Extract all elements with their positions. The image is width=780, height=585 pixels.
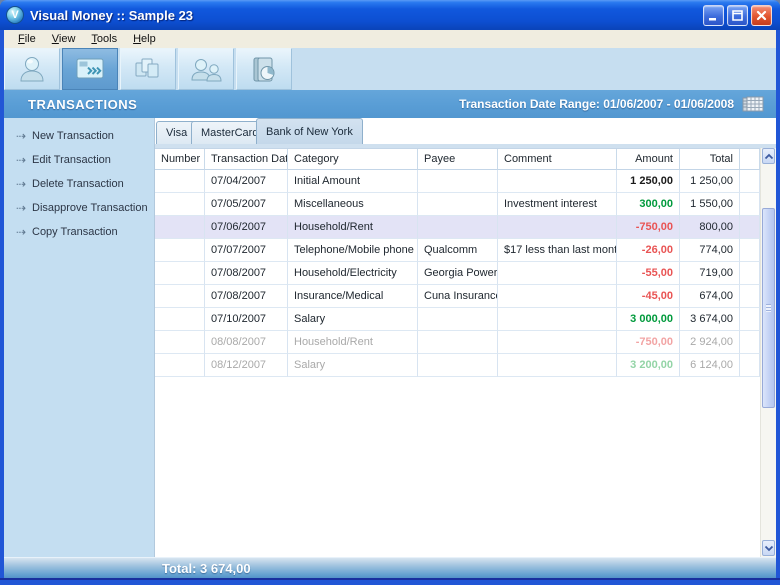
- scroll-down-button[interactable]: [762, 540, 775, 556]
- table-row[interactable]: 07/08/2007 Insurance/Medical Cuna Insura…: [155, 285, 760, 308]
- chevron-down-icon: [764, 545, 774, 552]
- sidebar-item-disapprove-transaction[interactable]: ⇢ Disapprove Transaction: [4, 196, 154, 220]
- arrow-icon: ⇢: [16, 201, 32, 215]
- sidebar-item-new-transaction[interactable]: ⇢ New Transaction: [4, 124, 154, 148]
- toolbar-button-4[interactable]: [178, 48, 234, 90]
- table-row-future[interactable]: 08/08/2007 Household/Rent -750,00 2 924,…: [155, 331, 760, 354]
- table-row[interactable]: 07/10/2007 Salary 3 000,00 3 674,00: [155, 308, 760, 331]
- table-row[interactable]: 07/07/2007 Telephone/Mobile phone Qualco…: [155, 239, 760, 262]
- menu-item-file[interactable]: File: [10, 32, 44, 46]
- table-row[interactable]: 07/08/2007 Household/Electricity Georgia…: [155, 262, 760, 285]
- table-header-row: Number Transaction Date Category Payee C…: [155, 148, 760, 170]
- toolbar-button-3[interactable]: [120, 48, 176, 90]
- minimize-button[interactable]: [703, 5, 724, 26]
- table-row-future[interactable]: 08/12/2007 Salary 3 200,00 6 124,00: [155, 354, 760, 377]
- toolbar: [4, 48, 776, 90]
- title-bar[interactable]: V Visual Money :: Sample 23: [0, 0, 780, 30]
- status-bar: Total: 3 674,00: [4, 557, 776, 578]
- sidebar-item-edit-transaction[interactable]: ⇢ Edit Transaction: [4, 148, 154, 172]
- table-row-selected[interactable]: 07/06/2007 Household/Rent -750,00 800,00: [155, 216, 760, 239]
- account-tabs: Visa MasterCard Bank of New York: [155, 118, 776, 148]
- calendar-button[interactable]: [742, 96, 764, 113]
- col-header-category[interactable]: Category: [288, 149, 418, 170]
- arrow-icon: ⇢: [16, 225, 32, 239]
- toolbar-button-1[interactable]: [4, 48, 60, 90]
- status-total: Total: 3 674,00: [4, 561, 251, 576]
- date-range-label: Transaction Date Range: 01/06/2007 - 01/…: [459, 97, 734, 111]
- documents-icon: [132, 54, 164, 84]
- col-header-amount[interactable]: Amount: [617, 149, 680, 170]
- scroll-up-button[interactable]: [762, 148, 775, 164]
- table-row[interactable]: 07/04/2007 Initial Amount 1 250,00 1 250…: [155, 170, 760, 193]
- people-icon: [189, 54, 223, 84]
- arrow-icon: ⇢: [16, 177, 32, 191]
- page-title: TRANSACTIONS: [4, 97, 137, 112]
- table-row[interactable]: 07/05/2007 Miscellaneous Investment inte…: [155, 193, 760, 216]
- app-logo-letter: V: [11, 10, 18, 21]
- window-title: Visual Money :: Sample 23: [30, 8, 703, 23]
- section-header-band: TRANSACTIONS Transaction Date Range: 01/…: [4, 90, 776, 118]
- sidebar-item-copy-transaction[interactable]: ⇢ Copy Transaction: [4, 220, 154, 244]
- person-icon: [16, 54, 48, 84]
- sidebar-item-delete-transaction[interactable]: ⇢ Delete Transaction: [4, 172, 154, 196]
- maximize-button[interactable]: [727, 5, 748, 26]
- col-header-comment[interactable]: Comment: [498, 149, 617, 170]
- app-window: V Visual Money :: Sample 23 File View To…: [0, 0, 780, 585]
- tab-bank-of-new-york[interactable]: Bank of New York: [256, 118, 363, 144]
- col-header-total[interactable]: Total: [680, 149, 740, 170]
- menu-item-help[interactable]: Help: [125, 32, 164, 46]
- transactions-table: Number Transaction Date Category Payee C…: [155, 148, 760, 377]
- report-book-icon: [248, 54, 280, 84]
- menu-item-tools[interactable]: Tools: [83, 32, 125, 46]
- vertical-scrollbar[interactable]: [760, 148, 776, 557]
- menu-item-view[interactable]: View: [44, 32, 84, 46]
- menu-bar: File View Tools Help: [4, 30, 776, 48]
- main-panel: Visa MasterCard Bank of New York Number …: [155, 118, 776, 557]
- minimize-icon: [707, 9, 720, 22]
- toolbar-button-5[interactable]: [236, 48, 292, 90]
- close-button[interactable]: [751, 5, 772, 26]
- app-logo-icon: V: [6, 6, 24, 24]
- col-header-date[interactable]: Transaction Date: [205, 149, 288, 170]
- arrow-icon: ⇢: [16, 153, 32, 167]
- sidebar: ⇢ New Transaction ⇢ Edit Transaction ⇢ D…: [4, 118, 155, 557]
- arrow-icon: ⇢: [16, 129, 32, 143]
- close-icon: [755, 9, 768, 22]
- toolbar-button-2-selected[interactable]: [62, 48, 118, 90]
- chevron-up-icon: [764, 153, 774, 160]
- calendar-icon: [742, 96, 764, 113]
- card-chevrons-icon: [73, 54, 107, 84]
- scrollbar-thumb[interactable]: [762, 208, 775, 408]
- maximize-icon: [731, 9, 744, 22]
- window-bottom-edge: [0, 578, 780, 580]
- col-header-number[interactable]: Number: [155, 149, 205, 170]
- col-header-payee[interactable]: Payee: [418, 149, 498, 170]
- col-header-filler: [740, 149, 760, 170]
